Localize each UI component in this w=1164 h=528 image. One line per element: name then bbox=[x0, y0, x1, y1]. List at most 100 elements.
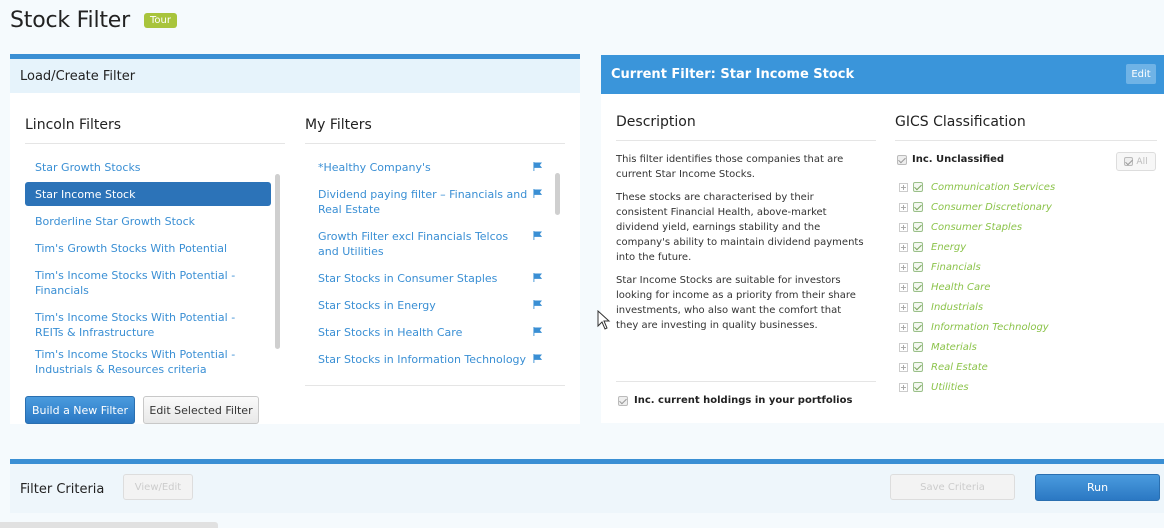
sector-checkbox[interactable] bbox=[913, 242, 923, 252]
my-filters-divider bbox=[305, 143, 565, 144]
sector-checkbox[interactable] bbox=[913, 342, 923, 352]
save-criteria-button[interactable]: Save Criteria bbox=[890, 474, 1015, 500]
view-edit-button[interactable]: View/Edit bbox=[123, 474, 193, 500]
filter-criteria-panel: Filter Criteria View/Edit Save Criteria … bbox=[10, 459, 1164, 513]
my-filter-row: Star Stocks in Health Care bbox=[308, 320, 554, 344]
lincoln-divider bbox=[25, 143, 285, 144]
sector-checkbox[interactable] bbox=[913, 262, 923, 272]
lincoln-filter-list: Star Growth Stocks Star Income Stock Bor… bbox=[25, 155, 271, 375]
my-filter-item[interactable]: *Healthy Company's bbox=[308, 155, 554, 179]
expand-icon[interactable] bbox=[899, 302, 908, 312]
build-new-filter-button[interactable]: Build a New Filter bbox=[25, 396, 135, 424]
current-filter-title: Current Filter: Star Income Stock bbox=[611, 67, 855, 82]
flag-icon[interactable] bbox=[533, 189, 542, 198]
load-panel-title: Load/Create Filter bbox=[20, 68, 136, 84]
my-filter-row: *Healthy Company's bbox=[308, 155, 554, 179]
sector-label: Industrials bbox=[931, 301, 984, 313]
description-paragraph: This filter identifies those companies t… bbox=[616, 154, 844, 180]
flag-icon[interactable] bbox=[533, 162, 542, 171]
lincoln-filter-item[interactable]: Tim's Income Stocks With Potential - Fin… bbox=[25, 263, 271, 302]
gics-sector-row: Communication Services bbox=[899, 177, 1055, 197]
lincoln-filter-item[interactable]: Tim's Growth Stocks With Potential bbox=[25, 236, 271, 260]
expand-icon[interactable] bbox=[899, 282, 908, 292]
my-filter-item[interactable]: Growth Filter excl Financials Telcos and… bbox=[308, 224, 554, 263]
gics-sector-row: Real Estate bbox=[899, 357, 988, 377]
sector-checkbox[interactable] bbox=[913, 182, 923, 192]
select-all-label: All bbox=[1136, 156, 1148, 167]
expand-icon[interactable] bbox=[899, 182, 908, 192]
my-filter-row: Growth Filter excl Financials Telcos and… bbox=[308, 224, 554, 263]
expand-icon[interactable] bbox=[899, 222, 908, 232]
my-filter-item[interactable]: Dividend paying filter – Financials and … bbox=[308, 182, 554, 221]
sector-label: Consumer Staples bbox=[931, 221, 1023, 233]
lincoln-filter-item-selected[interactable]: Star Income Stock bbox=[25, 182, 271, 206]
sector-checkbox[interactable] bbox=[913, 202, 923, 212]
gics-sector-row: Financials bbox=[899, 257, 981, 277]
my-filters-bottom-divider bbox=[305, 385, 565, 386]
description-body: This filter identifies those companies t… bbox=[616, 152, 866, 333]
gics-sector-row: Consumer Staples bbox=[899, 217, 1022, 237]
tour-button[interactable]: Tour bbox=[143, 12, 177, 28]
my-filter-item[interactable]: Star Stocks in Consumer Staples bbox=[308, 266, 554, 290]
sector-label: Real Estate bbox=[931, 361, 988, 373]
run-button[interactable]: Run bbox=[1035, 474, 1160, 501]
lincoln-filter-item[interactable]: Tim's Income Stocks With Potential - REI… bbox=[25, 305, 271, 344]
sector-checkbox[interactable] bbox=[913, 302, 923, 312]
unclassified-checkbox[interactable] bbox=[897, 154, 907, 165]
sector-checkbox[interactable] bbox=[913, 282, 923, 292]
my-filter-row: Star Stocks in Information Technology bbox=[308, 347, 554, 371]
sector-label: Materials bbox=[931, 341, 977, 353]
expand-icon[interactable] bbox=[899, 242, 908, 252]
my-filter-item[interactable]: Star Stocks in Energy bbox=[308, 293, 554, 317]
sector-label: Consumer Discretionary bbox=[931, 201, 1052, 213]
sector-checkbox[interactable] bbox=[913, 222, 923, 232]
lincoln-scrollbar[interactable] bbox=[275, 174, 280, 349]
edit-selected-filter-button[interactable]: Edit Selected Filter bbox=[143, 396, 259, 424]
load-panel-header: Load/Create Filter bbox=[10, 59, 580, 93]
description-paragraph: These stocks are characterised by their … bbox=[616, 192, 864, 263]
description-paragraph: Star Income Stocks are suitable for inve… bbox=[616, 275, 856, 331]
gics-sector-row: Health Care bbox=[899, 277, 990, 297]
my-filters-scrollbar[interactable] bbox=[555, 173, 560, 215]
sector-label: Health Care bbox=[931, 281, 991, 293]
sector-checkbox[interactable] bbox=[913, 362, 923, 372]
flag-icon[interactable] bbox=[533, 327, 542, 336]
gics-sector-row: Industrials bbox=[899, 297, 983, 317]
horizontal-scrollbar[interactable] bbox=[0, 522, 218, 528]
gics-sector-row: Information Technology bbox=[899, 317, 1049, 337]
lincoln-filter-item[interactable]: Star Growth Stocks bbox=[25, 155, 271, 179]
lincoln-filter-item[interactable]: Tim's Income Stocks With Potential - Ind… bbox=[25, 347, 271, 375]
expand-icon[interactable] bbox=[899, 382, 908, 392]
flag-icon[interactable] bbox=[533, 354, 542, 363]
my-filter-item[interactable]: Star Stocks in Health Care bbox=[308, 320, 554, 344]
select-all-checkbox bbox=[1124, 157, 1134, 166]
flag-icon[interactable] bbox=[533, 273, 542, 282]
my-filter-row: Star Stocks in Consumer Staples bbox=[308, 266, 554, 290]
gics-sector-row: Energy bbox=[899, 237, 966, 257]
sector-checkbox[interactable] bbox=[913, 322, 923, 332]
flag-icon[interactable] bbox=[533, 300, 542, 309]
sector-label: Information Technology bbox=[931, 321, 1049, 333]
expand-icon[interactable] bbox=[899, 362, 908, 372]
sector-checkbox[interactable] bbox=[913, 382, 923, 392]
my-filter-list: *Healthy Company's Dividend paying filte… bbox=[308, 155, 554, 375]
current-panel-header: Current Filter: Star Income Stock bbox=[601, 55, 1164, 94]
flag-icon[interactable] bbox=[533, 231, 542, 240]
unclassified-option: Inc. Unclassified bbox=[897, 154, 1004, 165]
expand-icon[interactable] bbox=[899, 342, 908, 352]
holdings-option: Inc. current holdings in your portfolios bbox=[618, 395, 852, 406]
holdings-checkbox[interactable] bbox=[618, 395, 628, 406]
description-bottom-divider bbox=[616, 381, 876, 382]
select-all-button[interactable]: All bbox=[1116, 152, 1156, 171]
edit-filter-button[interactable]: Edit bbox=[1126, 64, 1156, 84]
my-filter-item[interactable]: Star Stocks in Information Technology bbox=[308, 347, 554, 371]
sector-label: Energy bbox=[931, 241, 967, 253]
my-filter-row: Dividend paying filter – Financials and … bbox=[308, 182, 554, 221]
expand-icon[interactable] bbox=[899, 322, 908, 332]
expand-icon[interactable] bbox=[899, 262, 908, 272]
my-filter-row: Star Stocks in Energy bbox=[308, 293, 554, 317]
sector-label: Financials bbox=[931, 261, 981, 273]
gics-title: GICS Classification bbox=[895, 114, 1026, 130]
expand-icon[interactable] bbox=[899, 202, 908, 212]
lincoln-filter-item[interactable]: Borderline Star Growth Stock bbox=[25, 209, 271, 233]
